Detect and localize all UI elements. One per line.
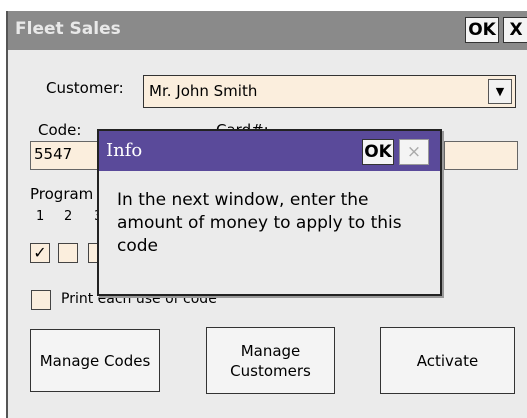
print-each-checkbox[interactable] bbox=[31, 290, 51, 310]
customer-label: Customer: bbox=[46, 79, 124, 97]
manage-codes-label: Manage Codes bbox=[39, 351, 151, 370]
dialog-title-bar: Info OK × bbox=[99, 131, 440, 171]
program-number: 1 bbox=[36, 209, 45, 224]
code-label: Code: bbox=[38, 121, 82, 139]
info-dialog: Info OK × In the next window, enter the … bbox=[97, 129, 442, 296]
dialog-message: In the next window, enter the amount of … bbox=[117, 190, 402, 256]
manage-customers-label: Manage bbox=[240, 341, 301, 360]
card-field[interactable] bbox=[444, 141, 518, 170]
dialog-title: Info bbox=[106, 140, 143, 161]
code-value: 5547 bbox=[34, 145, 73, 163]
program-label: Program bbox=[30, 185, 94, 203]
dialog-ok-button[interactable]: OK bbox=[362, 139, 394, 165]
window-title: Fleet Sales bbox=[15, 19, 121, 39]
program-number: 2 bbox=[64, 209, 73, 224]
dialog-close-button[interactable]: × bbox=[399, 139, 429, 165]
customer-select[interactable]: Mr. John Smith ▼ bbox=[143, 75, 516, 108]
customer-value: Mr. John Smith bbox=[149, 82, 258, 100]
chevron-down-icon[interactable]: ▼ bbox=[488, 79, 512, 104]
activate-button[interactable]: Activate bbox=[380, 327, 515, 394]
program-checkbox-2[interactable] bbox=[58, 243, 78, 263]
activate-label: Activate bbox=[416, 351, 479, 370]
close-button[interactable]: X bbox=[503, 17, 527, 43]
program-checkbox-1[interactable]: ✓ bbox=[30, 243, 50, 263]
title-bar: Fleet Sales OK X bbox=[8, 11, 527, 50]
manage-codes-button[interactable]: Manage Codes bbox=[30, 329, 160, 392]
manage-customers-label: Customers bbox=[230, 361, 311, 380]
manage-customers-button[interactable]: Manage Customers bbox=[206, 327, 335, 394]
ok-button[interactable]: OK bbox=[465, 17, 499, 43]
